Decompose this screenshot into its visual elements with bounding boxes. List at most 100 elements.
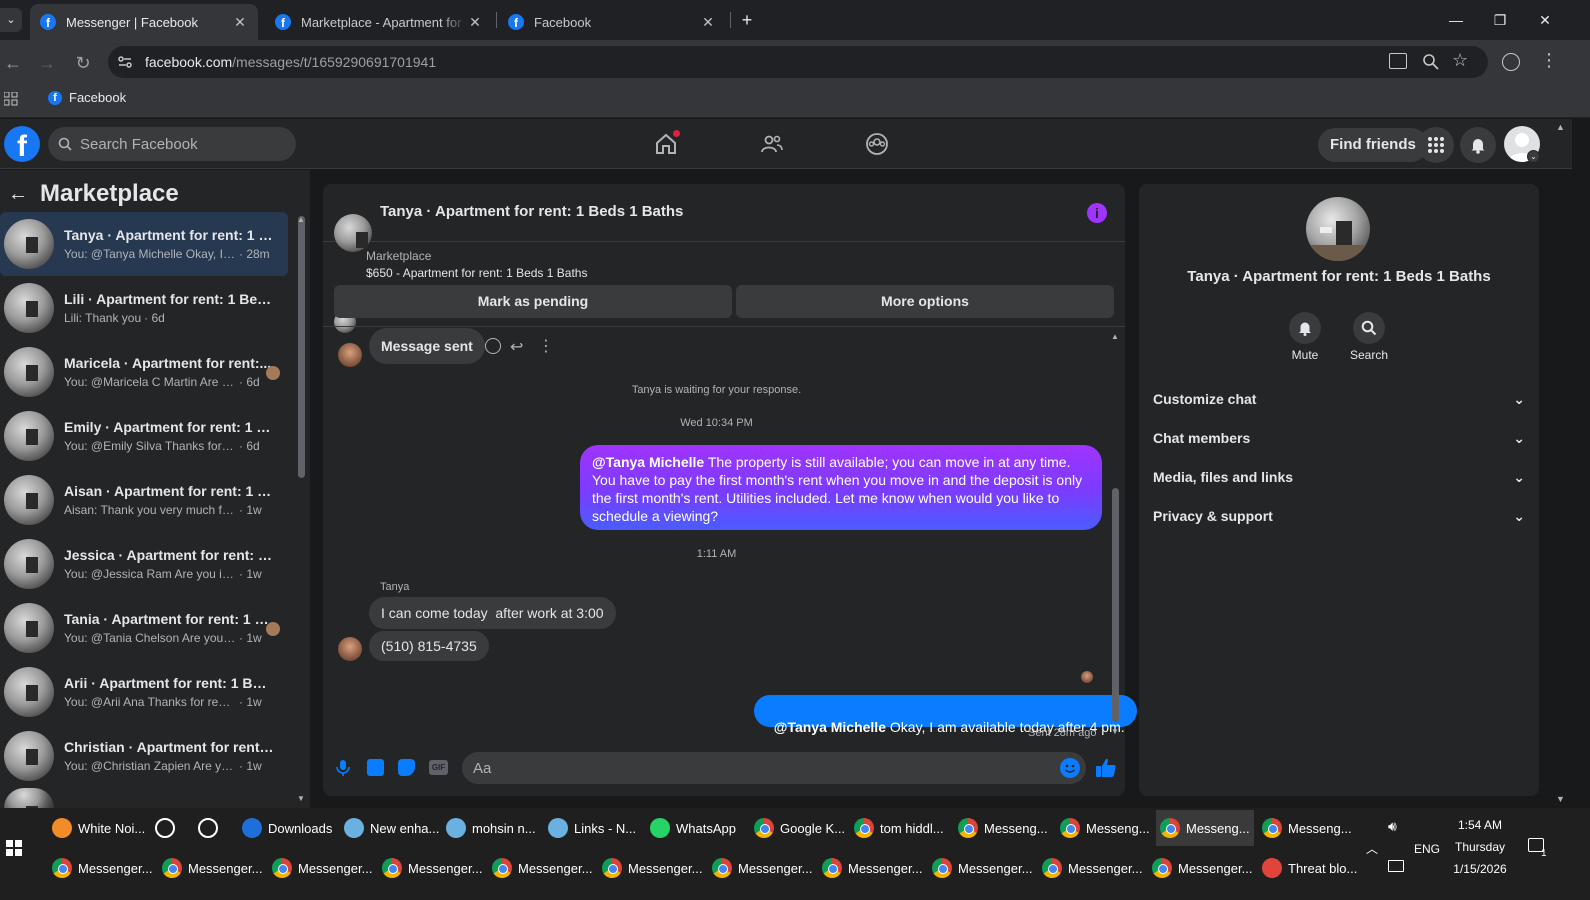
taskbar-app[interactable]: tom hiddl... xyxy=(850,810,948,846)
forward-icon[interactable]: → xyxy=(34,50,60,76)
taskbar-app[interactable]: Messenger... xyxy=(1148,850,1254,886)
incoming-message-1[interactable]: I can come today after work at 3:00 xyxy=(369,597,616,629)
windows-start-icon[interactable] xyxy=(6,840,22,856)
taskbar-app[interactable]: Messenger... xyxy=(708,850,814,886)
taskbar-app[interactable]: Messenger... xyxy=(378,850,484,886)
conversation-info-icon[interactable]: i xyxy=(1087,203,1107,223)
conversation-avatar[interactable] xyxy=(334,214,372,252)
customize-chat-row[interactable]: Customize chat ⌄ xyxy=(1153,387,1525,411)
taskbar-app[interactable]: WhatsApp xyxy=(646,810,744,846)
apps-grid-icon[interactable] xyxy=(4,92,18,106)
site-info-icon[interactable] xyxy=(116,53,134,71)
conversation-scroll-up-icon[interactable]: ▲ xyxy=(1111,332,1119,341)
reload-icon[interactable]: ↻ xyxy=(70,50,96,76)
zoom-icon[interactable] xyxy=(1422,53,1440,71)
chat-list-scroll-down-icon[interactable]: ▼ xyxy=(297,794,305,803)
reply-icon[interactable]: ↩ xyxy=(510,337,523,357)
menu-grid-button[interactable] xyxy=(1418,127,1454,163)
chat-list-item[interactable]: Maricela · Apartment for rent:... You: @M… xyxy=(0,340,288,404)
taskbar-app[interactable]: Messenger... xyxy=(818,850,924,886)
conversation-scrollbar[interactable] xyxy=(1112,488,1119,722)
chat-info-avatar[interactable] xyxy=(1306,197,1370,261)
taskbar-app[interactable]: Messeng... xyxy=(1056,810,1154,846)
taskbar-app[interactable]: White Noi... xyxy=(48,810,148,846)
like-thumb-icon[interactable] xyxy=(1095,757,1117,779)
page-scroll-up-icon[interactable]: ▲ xyxy=(1556,122,1565,132)
taskbar-app[interactable]: Messenger... xyxy=(598,850,704,886)
chat-list-item[interactable]: Christian · Apartment for rent: 1 ... You… xyxy=(0,724,288,788)
taskbar-app[interactable]: Messenger... xyxy=(1038,850,1144,886)
privacy-support-row[interactable]: Privacy & support ⌄ xyxy=(1153,504,1525,528)
taskbar-app[interactable]: Messenger... xyxy=(928,850,1034,886)
taskbar-app[interactable]: Threat blo... xyxy=(1258,850,1364,886)
chat-list-item[interactable]: Tanya · Apartment for rent: 1 Be... You: … xyxy=(0,212,288,276)
media-files-links-row[interactable]: Media, files and links ⌄ xyxy=(1153,465,1525,489)
message-sent-bubble[interactable]: Message sent xyxy=(369,328,485,364)
groups-icon[interactable] xyxy=(865,132,889,156)
new-tab-icon[interactable]: + xyxy=(737,8,757,32)
taskbar-app[interactable]: Messeng... xyxy=(1258,810,1356,846)
account-chevron-icon[interactable]: ⌄ xyxy=(1527,150,1540,163)
taskbar-app[interactable]: New enha... xyxy=(340,810,439,846)
taskbar-app[interactable]: mohsin n... xyxy=(442,810,540,846)
volume-icon[interactable]: 🔊︎ xyxy=(1388,818,1397,835)
search-in-conversation-button[interactable] xyxy=(1353,312,1385,344)
chat-members-row[interactable]: Chat members ⌄ xyxy=(1153,426,1525,450)
taskbar-clock[interactable]: 1:54 AM Thursday 1/15/2026 xyxy=(1440,814,1520,880)
install-app-icon[interactable] xyxy=(1389,53,1407,69)
close-tab-icon[interactable]: ✕ xyxy=(232,14,248,31)
chat-list-scrollbar[interactable] xyxy=(298,216,305,478)
tab-facebook[interactable]: f Facebook ✕ xyxy=(498,4,726,40)
find-friends-button[interactable]: Find friends xyxy=(1318,128,1428,162)
taskbar-app[interactable]: Messeng... xyxy=(1156,810,1254,846)
facebook-search-input[interactable]: Search Facebook xyxy=(48,127,296,161)
network-icon[interactable] xyxy=(1388,860,1404,872)
bookmark-facebook[interactable]: f Facebook xyxy=(48,90,126,105)
more-actions-icon[interactable]: ⋮ xyxy=(538,336,554,356)
tab-search-button[interactable]: ⌄ xyxy=(0,8,22,32)
browser-menu-icon[interactable]: ⋮ xyxy=(1540,50,1558,71)
tab-marketplace[interactable]: f Marketplace - Apartment for re ✕ xyxy=(265,4,493,40)
facebook-logo-icon[interactable]: f xyxy=(4,126,40,162)
page-scroll-down-icon[interactable]: ▼ xyxy=(1556,794,1565,804)
gif-icon[interactable]: GIF xyxy=(429,760,448,775)
attach-photo-icon[interactable] xyxy=(367,759,384,776)
outgoing-message-2[interactable]: @Tanya Michelle Okay, I am available tod… xyxy=(754,695,1137,735)
pinned-app-icon[interactable] xyxy=(155,818,175,838)
listing-title[interactable]: $650 - Apartment for rent: 1 Beds 1 Bath… xyxy=(366,266,587,280)
message-input[interactable] xyxy=(462,752,1086,784)
taskbar-app[interactable]: Google K... xyxy=(750,810,848,846)
restore-icon[interactable]: ❐ xyxy=(1485,8,1515,32)
chat-list-item[interactable]: Aisan · Apartment for rent: 1 Be... Aisan… xyxy=(0,468,288,532)
taskbar-app[interactable]: Messenger... xyxy=(488,850,594,886)
react-emoji-icon[interactable] xyxy=(485,338,501,354)
language-indicator[interactable]: ENG xyxy=(1414,842,1440,856)
tab-messenger[interactable]: f Messenger | Facebook ✕ xyxy=(30,4,258,40)
chat-list-item[interactable]: Lili · Apartment for rent: 1 Beds ... Lil… xyxy=(0,276,288,340)
mark-as-pending-button[interactable]: Mark as pending xyxy=(334,285,732,318)
profile-icon[interactable] xyxy=(1502,53,1520,71)
tanya-avatar[interactable] xyxy=(338,343,362,367)
emoji-icon[interactable] xyxy=(1060,758,1080,778)
taskbar-app[interactable]: Downloads xyxy=(238,810,336,846)
chat-list-scroll-up-icon[interactable]: ▲ xyxy=(297,215,305,224)
close-tab-icon[interactable]: ✕ xyxy=(700,14,716,31)
chat-list-item[interactable]: Jessica · Apartment for rent: 1 B... You:… xyxy=(0,532,288,596)
incoming-message-2[interactable]: (510) 815-4735 xyxy=(369,631,489,661)
pinned-app-icon[interactable] xyxy=(198,818,218,838)
notifications-button[interactable] xyxy=(1460,127,1496,163)
taskbar-app[interactable]: Messenger... xyxy=(158,850,264,886)
friends-icon[interactable] xyxy=(760,132,784,156)
taskbar-app[interactable]: Messenger... xyxy=(48,850,154,886)
outgoing-message-1[interactable]: @Tanya Michelle The property is still av… xyxy=(580,445,1102,530)
window-close-icon[interactable]: ✕ xyxy=(1530,8,1560,32)
conversation-scroll-down-icon[interactable]: ▼ xyxy=(1111,727,1119,736)
chat-list-item[interactable]: Emily · Apartment for rent: 1 Be... You: … xyxy=(0,404,288,468)
voice-clip-icon[interactable] xyxy=(335,759,351,777)
chat-list-item[interactable]: Arii · Apartment for rent: 1 Beds ... You… xyxy=(0,660,288,724)
close-tab-icon[interactable]: ✕ xyxy=(467,14,483,31)
bookmark-star-icon[interactable]: ☆ xyxy=(1452,50,1468,71)
conversation-title[interactable]: Tanya · Apartment for rent: 1 Beds 1 Bat… xyxy=(380,203,683,220)
tanya-avatar[interactable] xyxy=(338,637,362,661)
tray-chevron-icon[interactable]: ︿ xyxy=(1366,840,1378,857)
